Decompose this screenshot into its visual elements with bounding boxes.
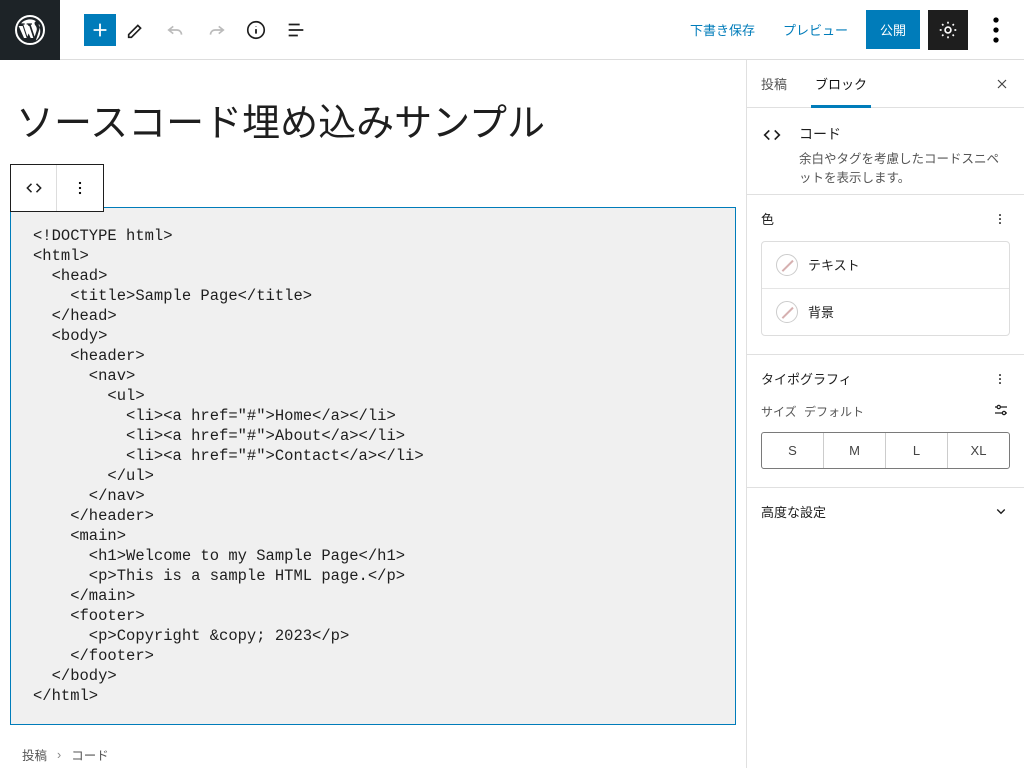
breadcrumb-root[interactable]: 投稿: [22, 745, 47, 764]
plus-icon: [89, 19, 111, 41]
block-identity: コード 余白やタグを考慮したコードスニペットを表示します。: [747, 108, 1024, 194]
block-toolbar: [10, 164, 104, 212]
font-size-group: S M L XL: [761, 432, 1010, 469]
chevron-down-icon: [992, 502, 1010, 520]
edit-tool-button[interactable]: [116, 10, 156, 50]
sidebar-tabs: 投稿 ブロック: [747, 60, 1024, 108]
add-block-button[interactable]: [84, 14, 116, 46]
color-background-label: 背景: [808, 302, 834, 321]
close-sidebar-button[interactable]: [980, 76, 1024, 92]
typography-panel-title: タイポグラフィ: [761, 369, 852, 388]
block-name: コード: [799, 124, 1010, 144]
top-toolbar: 下書き保存 プレビュー 公開: [0, 0, 1024, 60]
sliders-icon: [992, 401, 1010, 419]
post-title-input[interactable]: ソースコード埋め込みサンプル: [10, 100, 736, 149]
settings-sidebar: 投稿 ブロック コード 余白やタグを考慮したコードスニペットを表示します。 色: [746, 60, 1024, 768]
list-icon: [285, 19, 307, 41]
tab-block[interactable]: ブロック: [801, 60, 881, 107]
advanced-panel-title: 高度な設定: [761, 502, 826, 521]
color-panel-title: 色: [761, 209, 774, 228]
editor-canvas: ソースコード埋め込みサンプル <!DOCTYPE html> <html> <h…: [0, 60, 746, 768]
block-type-button[interactable]: [11, 165, 57, 211]
save-draft-button[interactable]: 下書き保存: [680, 12, 765, 47]
typography-panel-options[interactable]: [990, 369, 1010, 389]
wp-logo-button[interactable]: [0, 0, 60, 60]
swatch-none-icon: [776, 301, 798, 323]
color-panel-options[interactable]: [990, 209, 1010, 229]
font-size-label: サイズ: [761, 405, 797, 419]
kebab-icon: [70, 178, 90, 198]
kebab-icon: [992, 371, 1008, 387]
block-breadcrumb: 投稿 › コード: [22, 745, 109, 764]
code-icon: [24, 178, 44, 198]
kebab-icon: [992, 211, 1008, 227]
redo-button[interactable]: [196, 10, 236, 50]
preview-button[interactable]: プレビュー: [773, 12, 858, 47]
kebab-icon: [976, 10, 1016, 50]
font-size-s[interactable]: S: [762, 433, 823, 468]
font-size-xl[interactable]: XL: [947, 433, 1009, 468]
chevron-right-icon: ›: [57, 748, 61, 762]
publish-button[interactable]: 公開: [866, 10, 920, 49]
color-text-label: テキスト: [808, 255, 860, 274]
more-menu-button[interactable]: [976, 10, 1016, 50]
color-background-button[interactable]: 背景: [762, 288, 1009, 335]
font-size-custom-toggle[interactable]: [992, 401, 1010, 422]
font-size-l[interactable]: L: [885, 433, 947, 468]
info-icon: [245, 19, 267, 41]
block-description: 余白やタグを考慮したコードスニペットを表示します。: [799, 150, 1010, 188]
block-more-button[interactable]: [57, 165, 103, 211]
swatch-none-icon: [776, 254, 798, 276]
advanced-panel[interactable]: 高度な設定: [747, 487, 1024, 539]
typography-panel: タイポグラフィ サイズ デフォルト S M L XL: [747, 354, 1024, 487]
code-block[interactable]: <!DOCTYPE html> <html> <head> <title>Sam…: [10, 207, 736, 725]
redo-icon: [205, 19, 227, 41]
color-panel: 色 テキスト 背景: [747, 194, 1024, 354]
undo-icon: [165, 19, 187, 41]
color-text-button[interactable]: テキスト: [762, 242, 1009, 288]
undo-button[interactable]: [156, 10, 196, 50]
close-icon: [994, 76, 1010, 92]
font-size-m[interactable]: M: [823, 433, 885, 468]
settings-toggle-button[interactable]: [928, 10, 968, 50]
wordpress-icon: [14, 14, 46, 46]
tab-post[interactable]: 投稿: [747, 60, 801, 107]
info-button[interactable]: [236, 10, 276, 50]
breadcrumb-current[interactable]: コード: [71, 745, 109, 764]
code-icon: [761, 124, 783, 146]
font-size-value: デフォルト: [804, 405, 864, 419]
pencil-icon: [125, 19, 147, 41]
outline-button[interactable]: [276, 10, 316, 50]
gear-icon: [937, 19, 959, 41]
